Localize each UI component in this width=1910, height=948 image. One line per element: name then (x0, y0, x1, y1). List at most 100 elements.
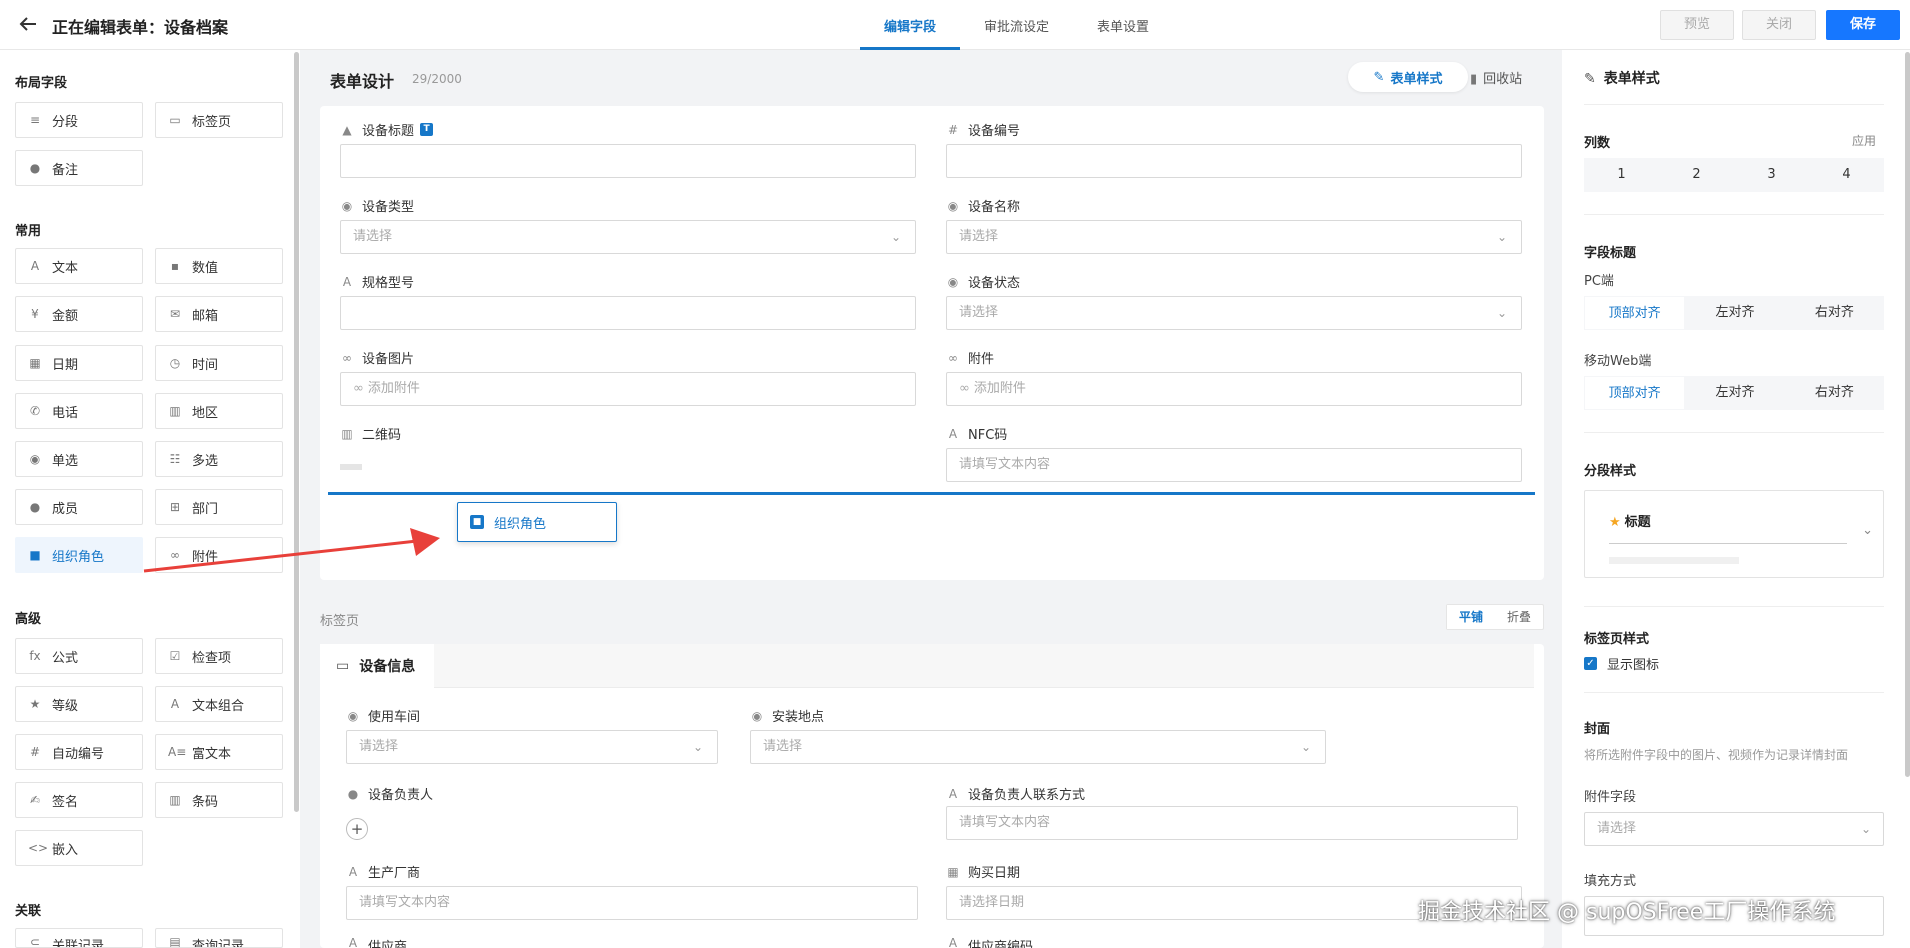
save-button[interactable]: 保存 (1826, 10, 1900, 40)
field-count: 29/2000 (412, 72, 462, 86)
tab-mode-collapse[interactable]: 折叠 (1495, 605, 1543, 629)
dragging-field-org-role[interactable]: ■ 组织角色 (457, 502, 617, 542)
install-location-select[interactable]: 请选择 ⌄ (750, 730, 1326, 764)
palette-region[interactable]: ▥ 地区 (155, 393, 283, 429)
style-panel-title: ✎ 表单样式 (1584, 71, 1660, 87)
show-icon-checkbox[interactable]: ✓ 显示图标 (1584, 654, 1659, 673)
query-icon: ▤ (169, 935, 181, 948)
palette-tabs[interactable]: ▭ 标签页 (155, 102, 283, 138)
palette-single-select[interactable]: ◉ 单选 (15, 441, 143, 477)
checkbox-checked-icon: ✓ (1584, 657, 1597, 670)
palette-formula[interactable]: fx 公式 (15, 638, 143, 674)
mobile-align-top[interactable]: 顶部对齐 (1584, 376, 1686, 410)
columns-4[interactable]: 4 (1809, 158, 1884, 192)
chevron-down-icon: ⌄ (1496, 230, 1507, 244)
equipment-status-select[interactable]: 请选择 ⌄ (946, 296, 1522, 330)
shapes-icon: ▲ (342, 122, 352, 137)
mobile-align-left[interactable]: 左对齐 (1685, 376, 1784, 410)
tab-mode-toggle: 平铺 折叠 (1446, 604, 1545, 630)
field-label: ● 设备负责人 (347, 786, 434, 804)
palette-multi-select[interactable]: ☷ 多选 (155, 441, 283, 477)
palette-scrollbar[interactable] (294, 52, 299, 812)
clock-icon: ◷ (169, 356, 181, 370)
equipment-image-attach[interactable]: ∞ 添加附件 (340, 372, 916, 406)
palette-time[interactable]: ◷ 时间 (155, 345, 283, 381)
palette-phone[interactable]: ✆ 电话 (15, 393, 143, 429)
tab-mode-tile[interactable]: 平铺 (1447, 605, 1496, 629)
palette-checkitem[interactable]: ☑ 检查项 (155, 638, 283, 674)
add-member-icon[interactable]: + (346, 818, 368, 840)
equipment-name-select[interactable]: 请选择 ⌄ (946, 220, 1522, 254)
tab-approval-flow[interactable]: 审批流设定 (960, 0, 1073, 50)
section-style-picker[interactable]: ★ 标题 ⌄ (1584, 490, 1884, 578)
tab-equipment-info[interactable]: ▭ 设备信息 (320, 644, 434, 688)
field-label: ▦ 购买日期 (947, 864, 1021, 882)
field-label: ▲ 设备标题 T (340, 120, 434, 139)
pc-align-left[interactable]: 左对齐 (1685, 296, 1784, 330)
map-icon: ▥ (169, 404, 181, 418)
workshop-select[interactable]: 请选择 ⌄ (346, 730, 718, 764)
star-icon: ★ (1609, 515, 1621, 530)
hash-icon: # (947, 122, 959, 137)
equipment-type-select[interactable]: 请选择 ⌄ (340, 220, 916, 254)
yen-icon: ¥ (31, 307, 39, 321)
palette-date[interactable]: ▦ 日期 (15, 345, 143, 381)
tab-form-settings[interactable]: 表单设置 (1073, 0, 1173, 50)
form-style-button[interactable]: ✎ 表单样式 (1348, 62, 1468, 92)
palette-rich-text[interactable]: A≡ 富文本 (155, 734, 283, 770)
palette-note[interactable]: ● 备注 (15, 150, 143, 186)
divider (1584, 606, 1884, 607)
palette-section[interactable]: ≡ 分段 (15, 102, 143, 138)
palette-signature[interactable]: ✍ 签名 (15, 782, 143, 818)
palette-linked-record[interactable]: ⊂ 关联记录 (15, 928, 143, 948)
owner-contact-input[interactable]: 请填写文本内容 (946, 806, 1518, 840)
close-button[interactable]: 关闭 (1742, 10, 1816, 40)
drag-arrow-annotation (143, 528, 440, 573)
text-combo-icon: A (170, 697, 180, 711)
paperclip-icon: ∞ (959, 381, 970, 396)
tab-edit-fields[interactable]: 编辑字段 (860, 0, 961, 50)
chevron-down-icon: ⌄ (1496, 306, 1507, 320)
columns-2[interactable]: 2 (1659, 158, 1734, 192)
attachment-input[interactable]: ∞ 添加附件 (946, 372, 1522, 406)
palette-barcode[interactable]: ▥ 条码 (155, 782, 283, 818)
form-design-title: 表单设计 (330, 72, 395, 91)
manufacturer-input[interactable]: 请填写文本内容 (346, 886, 918, 920)
columns-1[interactable]: 1 (1584, 158, 1659, 192)
back-arrow-icon[interactable] (16, 12, 40, 36)
radio-icon: ◉ (341, 198, 353, 213)
palette-rating[interactable]: ★ 等级 (15, 686, 143, 722)
preview-button[interactable]: 预览 (1660, 10, 1734, 40)
style-panel-scrollbar[interactable] (1905, 52, 1910, 777)
spec-model-input[interactable] (340, 296, 916, 330)
field-label: A 供应商 (346, 936, 407, 948)
pc-align-selector: 顶部对齐 左对齐 右对齐 (1584, 296, 1884, 330)
nfc-code-input[interactable]: 请填写文本内容 (946, 448, 1522, 482)
palette-query-record[interactable]: ▤ 查询记录 (155, 928, 283, 948)
palette-number[interactable]: ▪ 数值 (155, 248, 283, 284)
calendar-icon: ▦ (29, 356, 41, 370)
link-icon: ⊂ (29, 935, 41, 948)
drop-indicator (328, 492, 1535, 495)
pc-align-top[interactable]: 顶部对齐 (1584, 296, 1686, 330)
equipment-number-input[interactable] (946, 144, 1522, 178)
hash-icon: # (29, 745, 41, 759)
recycle-bin-button[interactable]: ▮ 回收站 (1470, 68, 1522, 87)
palette-auto-number[interactable]: # 自动编号 (15, 734, 143, 770)
palette-embed[interactable]: <> 嵌入 (15, 830, 143, 866)
cover-label: 封面 (1584, 722, 1611, 737)
palette-text[interactable]: A 文本 (15, 248, 143, 284)
attach-field-select[interactable]: 请选择 ⌄ (1584, 812, 1884, 846)
palette-org-role[interactable]: ■ 组织角色 (15, 537, 143, 573)
tab-header: ▭ 设备信息 (320, 644, 1534, 688)
columns-3[interactable]: 3 (1734, 158, 1809, 192)
pc-align-right[interactable]: 右对齐 (1785, 296, 1884, 330)
apply-link[interactable]: 应用 (1852, 132, 1876, 149)
mobile-align-right[interactable]: 右对齐 (1785, 376, 1884, 410)
palette-text-combo[interactable]: A 文本组合 (155, 686, 283, 722)
palette-amount[interactable]: ¥ 金额 (15, 296, 143, 332)
palette-department[interactable]: ⊞ 部门 (155, 489, 283, 525)
equipment-title-input[interactable] (340, 144, 916, 178)
palette-member[interactable]: ● 成员 (15, 489, 143, 525)
palette-email[interactable]: ✉ 邮箱 (155, 296, 283, 332)
